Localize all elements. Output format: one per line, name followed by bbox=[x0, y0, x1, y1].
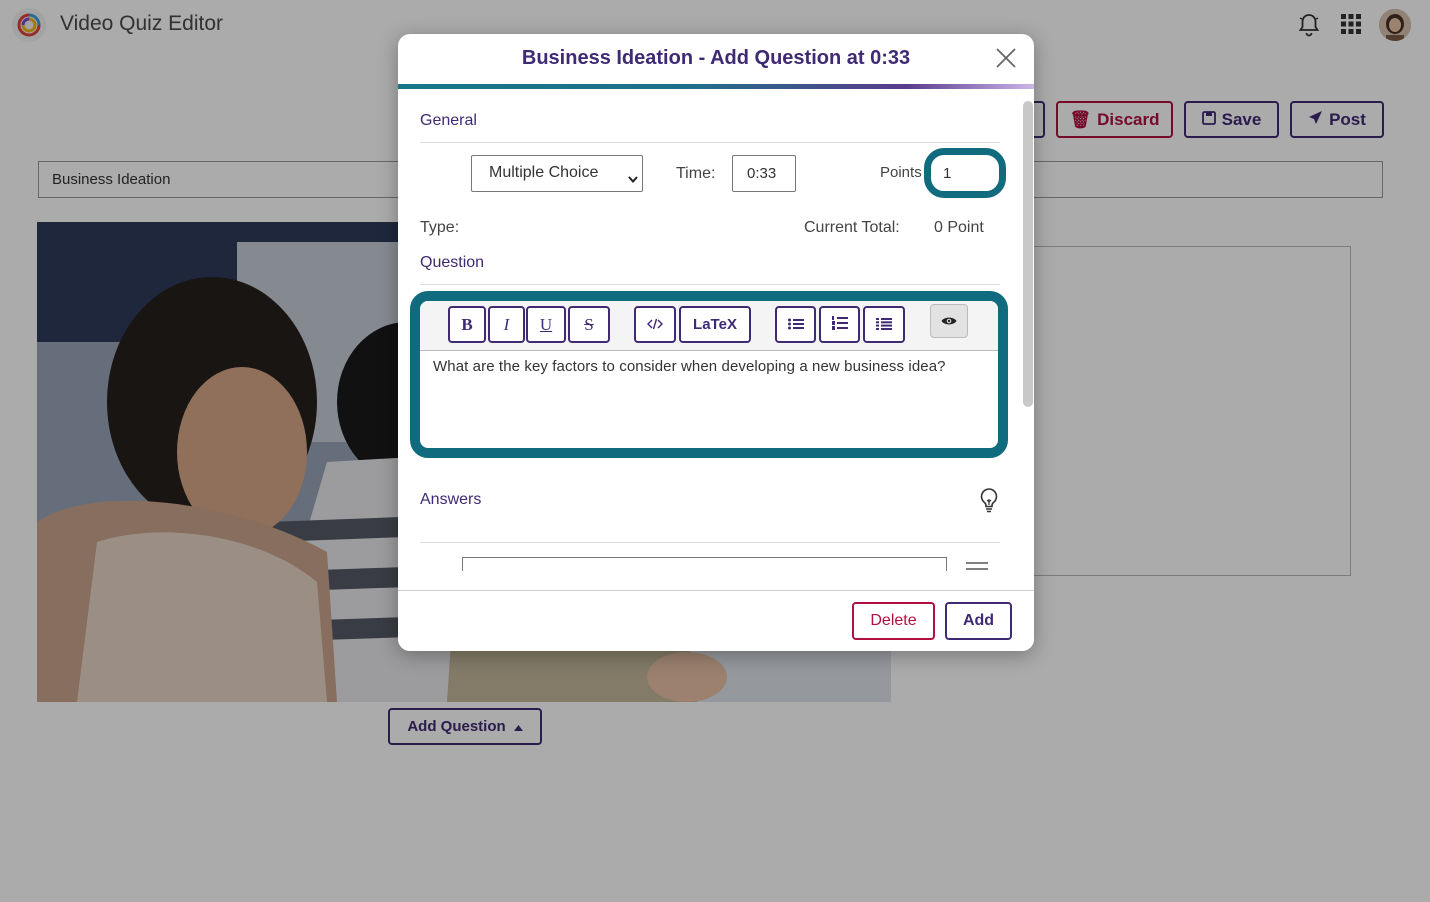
time-label: Time: bbox=[676, 165, 716, 182]
eye-icon bbox=[941, 311, 957, 331]
lightbulb-icon[interactable] bbox=[978, 487, 1000, 518]
drag-handle-icon[interactable] bbox=[966, 559, 988, 571]
checklist-button[interactable] bbox=[863, 306, 905, 343]
add-question-dialog: Business Ideation - Add Question at 0:33… bbox=[398, 34, 1034, 651]
time-input[interactable]: 0:33 bbox=[732, 155, 796, 192]
numbered-list-icon bbox=[831, 315, 848, 335]
points-input[interactable]: 1 bbox=[938, 162, 994, 186]
delete-button[interactable]: Delete bbox=[852, 602, 935, 640]
editor-toolbar: B I U S LaTeX bbox=[420, 301, 998, 351]
bullet-list-button[interactable] bbox=[775, 306, 816, 343]
points-input-highlight: 1 bbox=[924, 148, 1006, 198]
question-type-select[interactable]: Multiple Choice bbox=[471, 155, 643, 192]
underline-button[interactable]: U bbox=[526, 306, 566, 343]
bold-button[interactable]: B bbox=[448, 306, 486, 343]
general-section-heading: General bbox=[420, 112, 477, 129]
list-icon bbox=[876, 315, 892, 335]
current-total-value: 0 Point bbox=[934, 219, 984, 236]
preview-button[interactable] bbox=[930, 304, 968, 338]
divider bbox=[420, 142, 1000, 143]
dialog-footer: Delete Add bbox=[398, 590, 1034, 651]
question-text-area[interactable]: What are the key factors to consider whe… bbox=[433, 358, 993, 375]
code-button[interactable] bbox=[634, 306, 676, 343]
question-editor: B I U S LaTeX What are the key factors t… bbox=[410, 291, 1008, 458]
current-total-label: Current Total: bbox=[804, 219, 900, 236]
strikethrough-button[interactable]: S bbox=[568, 306, 610, 343]
divider bbox=[420, 542, 1000, 543]
dialog-header: Business Ideation - Add Question at 0:33 bbox=[398, 34, 1034, 89]
add-button[interactable]: Add bbox=[945, 602, 1012, 640]
divider bbox=[420, 284, 1000, 285]
latex-button[interactable]: LaTeX bbox=[679, 306, 751, 343]
type-label: Type: bbox=[420, 219, 460, 236]
dialog-title: Business Ideation - Add Question at 0:33 bbox=[521, 47, 911, 69]
dialog-body[interactable]: General Type: Multiple Choice Time: 0:33… bbox=[398, 89, 1034, 571]
numbered-list-button[interactable] bbox=[819, 306, 860, 343]
question-section-heading: Question bbox=[420, 254, 485, 271]
italic-button[interactable]: I bbox=[488, 306, 525, 343]
points-label: Points bbox=[880, 164, 922, 181]
close-icon[interactable] bbox=[995, 47, 1017, 69]
chevron-down-icon bbox=[628, 170, 638, 188]
answers-section-heading: Answers bbox=[420, 491, 482, 508]
bullet-list-icon bbox=[787, 315, 804, 335]
dialog-scrollbar[interactable] bbox=[1023, 101, 1033, 407]
code-icon bbox=[647, 315, 663, 335]
answer-option-input[interactable] bbox=[462, 557, 947, 571]
